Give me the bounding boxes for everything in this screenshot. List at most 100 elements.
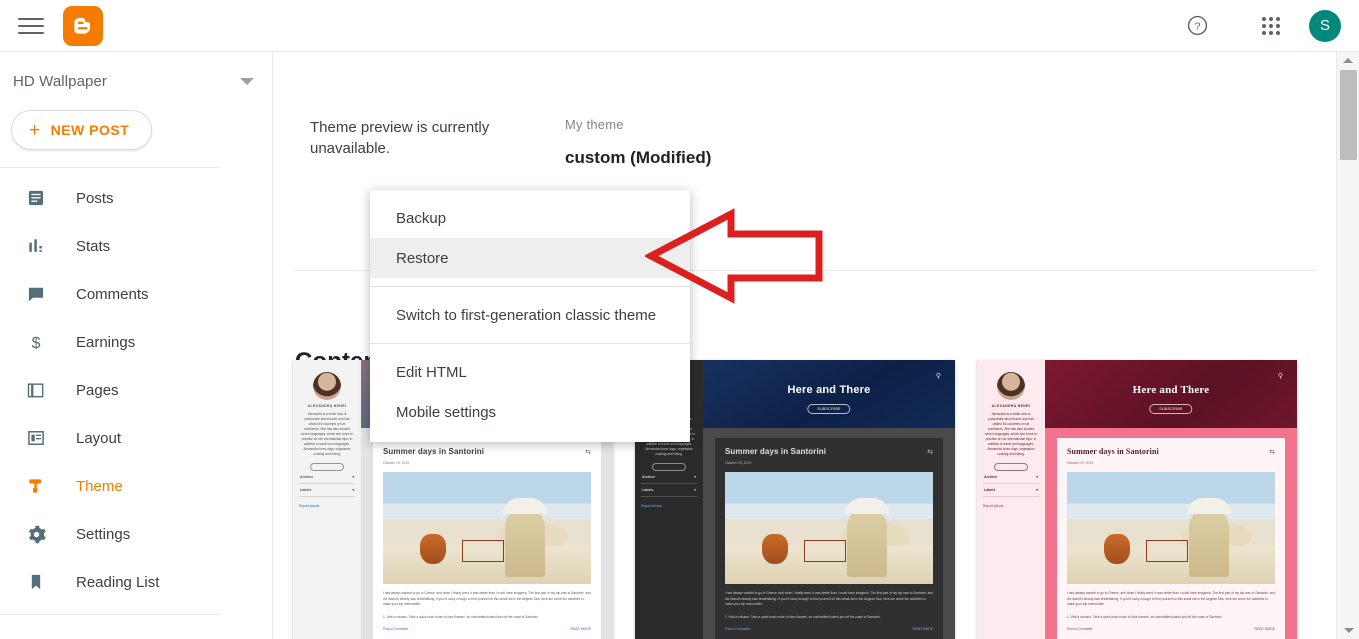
theme-card[interactable]: ALEXANDRA HENRI Alexandra is a writer wh… — [977, 360, 1297, 639]
sidebar-item-settings[interactable]: Settings — [0, 510, 272, 558]
sidebar-item-pages[interactable]: Pages — [0, 366, 272, 414]
share-icon: ⇆ — [927, 449, 933, 456]
sidebar-item-label: Pages — [76, 381, 119, 399]
blog-selector[interactable]: HD Wallpaper — [0, 52, 272, 110]
scrollbar-thumb[interactable] — [1340, 70, 1357, 160]
preview-blog-title: Here and There — [787, 384, 871, 396]
sidebar-item-label: Earnings — [76, 333, 136, 351]
preview-post-image — [1067, 472, 1275, 584]
menu-item-mobile-settings[interactable]: Mobile settings — [370, 392, 690, 432]
blogger-logo[interactable] — [63, 5, 103, 46]
sidebar-item-posts[interactable]: Posts — [0, 174, 272, 222]
preview-post-title: Summer days in Santorini — [725, 447, 827, 456]
preview-comment-label: Post a Comment — [1067, 627, 1093, 631]
my-theme-value: custom (Modified) — [565, 148, 712, 167]
search-icon: ⚲ — [935, 373, 941, 380]
reading-list-icon — [24, 570, 48, 594]
plus-icon: + — [29, 119, 41, 141]
help-icon[interactable]: ? — [1185, 14, 1209, 38]
preview-post-body: I had always wanted to go to Greece, and… — [383, 591, 591, 606]
sidebar-item-label: Comments — [76, 285, 149, 303]
pages-icon — [24, 378, 48, 402]
preview-archive-label: Archive — [300, 475, 314, 479]
apps-grid-icon[interactable] — [1259, 14, 1283, 38]
preview-comment-label: Post a Comment — [725, 627, 751, 631]
preview-learn-more-pill — [310, 463, 344, 471]
preview-read-more-label: READ MORE — [1254, 627, 1275, 631]
preview-post-date: October 19, 2019 — [1067, 461, 1094, 465]
sidebar-item-label: Posts — [76, 189, 114, 207]
sidebar: HD Wallpaper + NEW POST Posts Stats Comm… — [0, 52, 273, 639]
preview-post-body: I had always wanted to go to Greece, and… — [725, 591, 933, 606]
posts-icon — [24, 186, 48, 210]
sidebar-item-stats[interactable]: Stats — [0, 222, 272, 270]
sidebar-item-reading-list[interactable]: Reading List — [0, 558, 272, 606]
layout-icon — [24, 426, 48, 450]
preview-report-abuse: Report Abuse — [983, 504, 1004, 508]
preview-archive-section: Archive ▾ — [299, 471, 355, 484]
scroll-up-arrow-icon[interactable] — [1337, 52, 1359, 69]
preview-post: Summer days in Santorini ⇆ October 19, 2… — [1057, 438, 1285, 639]
avatar[interactable]: S — [1309, 9, 1341, 42]
preview-unavailable-text: Theme preview is currently unavailable. — [310, 119, 490, 157]
preview-post-list-item: 1. Visit a volcano. Take a quick boat cr… — [383, 614, 539, 619]
preview-post: Summer days in Santorini ⇆ October 19, 2… — [373, 438, 601, 639]
hamburger-menu-icon[interactable] — [18, 16, 44, 36]
theme-icon — [24, 474, 48, 498]
preview-labels-section: Labels ▾ — [983, 484, 1039, 497]
preview-labels-section: Labels ▾ — [641, 484, 697, 497]
preview-post-date: October 19, 2019 — [383, 461, 410, 465]
sidebar-item-earnings[interactable]: $ Earnings — [0, 318, 272, 366]
preview-author-avatar — [313, 372, 341, 400]
new-post-label: NEW POST — [50, 122, 130, 138]
preview-learn-more-pill — [652, 463, 686, 471]
preview-post-list-item: 1. Visit a volcano. Take a quick boat cr… — [1067, 614, 1223, 619]
sidebar-item-theme[interactable]: Theme — [0, 462, 272, 510]
preview-author-name: ALEXANDRA HENRI — [307, 404, 347, 408]
menu-divider — [370, 286, 690, 287]
preview-blog-title: Here and There — [1132, 384, 1210, 396]
menu-item-restore[interactable]: Restore — [370, 238, 690, 278]
preview-post-list-item: 1. Visit a volcano. Take a quick boat cr… — [725, 614, 881, 619]
my-theme-block: My theme custom (Modified) — [565, 117, 711, 168]
preview-labels-section: Labels ▾ — [299, 484, 355, 497]
preview-report-abuse: Report Abuse — [299, 504, 320, 508]
preview-post: Summer days in Santorini ⇆ October 19, 2… — [715, 438, 943, 639]
share-icon: ⇆ — [585, 449, 591, 456]
top-app-bar: ? S — [0, 0, 1359, 52]
preview-read-more-label: READ MORE — [912, 627, 933, 631]
sidebar-item-label: Stats — [76, 237, 111, 255]
preview-archive-section: Archive ▾ — [641, 471, 697, 484]
preview-sidebar: ALEXANDRA HENRI Alexandra is a writer wh… — [293, 360, 361, 639]
menu-item-edit-html[interactable]: Edit HTML — [370, 352, 690, 392]
scroll-down-arrow-icon[interactable] — [1337, 622, 1359, 639]
menu-item-switch-classic-theme[interactable]: Switch to first-generation classic theme — [370, 295, 690, 335]
preview-labels-label: Labels — [300, 488, 312, 492]
svg-text:?: ? — [1194, 21, 1200, 33]
preview-author-bio: Alexandra is a writer who is passionate … — [985, 412, 1037, 456]
sidebar-item-layout[interactable]: Layout — [0, 414, 272, 462]
preview-read-more-label: READ MORE — [570, 627, 591, 631]
vertical-scrollbar[interactable] — [1336, 52, 1359, 639]
preview-hero: ⚲ Here and There SUBSCRIBE — [1045, 360, 1297, 428]
preview-archive-label: Archive — [642, 475, 656, 479]
preview-post-body: I had always wanted to go to Greece, and… — [1067, 591, 1275, 606]
menu-item-backup[interactable]: Backup — [370, 198, 690, 238]
chevron-down-icon — [240, 77, 254, 85]
blogger-theme-page: ? S HD Wallpaper + NEW POST Posts Stats … — [0, 0, 1359, 639]
sidebar-item-label: Layout — [76, 429, 122, 447]
preview-sidebar: ALEXANDRA HENRI Alexandra is a writer wh… — [977, 360, 1045, 639]
preview-author-name: ALEXANDRA HENRI — [991, 404, 1031, 408]
preview-subscribe-button: SUBSCRIBE — [807, 404, 851, 414]
theme-options-menu: Backup Restore Switch to first-generatio… — [370, 190, 690, 442]
preview-labels-label: Labels — [642, 488, 654, 492]
preview-archive-section: Archive ▾ — [983, 471, 1039, 484]
earnings-icon: $ — [24, 330, 48, 354]
preview-post-image — [725, 472, 933, 584]
new-post-button[interactable]: + NEW POST — [11, 110, 153, 150]
sidebar-nav: Posts Stats Comments $ Earnings Pages La… — [0, 174, 272, 615]
preview-labels-label: Labels — [984, 488, 996, 492]
sidebar-item-comments[interactable]: Comments — [0, 270, 272, 318]
preview-learn-more-pill — [994, 463, 1028, 471]
sidebar-bottom-divider — [0, 614, 220, 615]
